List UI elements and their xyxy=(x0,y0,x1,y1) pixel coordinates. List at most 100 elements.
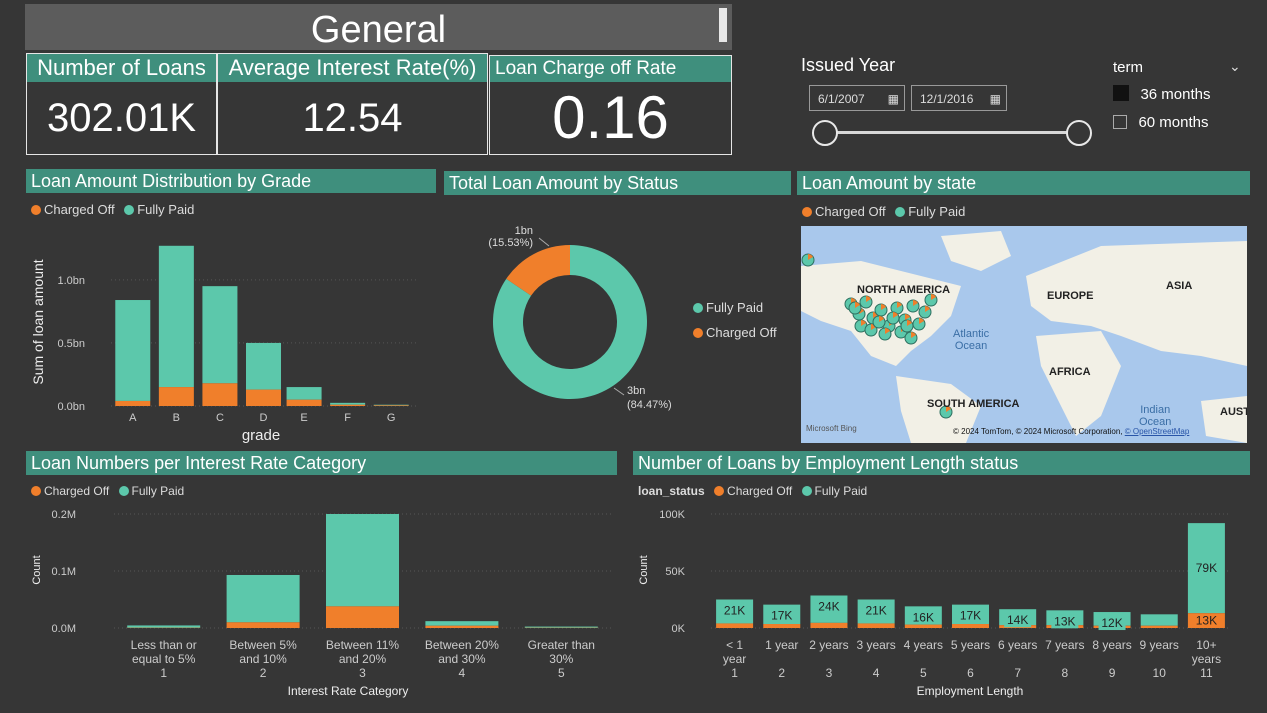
x-tick-index: 9 xyxy=(1109,666,1116,680)
term-option-60[interactable]: 60 months xyxy=(1113,114,1209,132)
y-axis-title: Count xyxy=(638,555,650,584)
x-tick-label: Less than or xyxy=(131,638,197,652)
y-axis-title: Sum of loan amount xyxy=(30,259,46,384)
data-label: 13K xyxy=(1196,614,1217,628)
x-tick-index: 3 xyxy=(826,666,833,680)
bar-charged-off xyxy=(716,623,754,628)
emp-chart-legend: loan_status Charged Off Fully Paid xyxy=(638,484,867,498)
x-tick-label: F xyxy=(344,412,351,424)
bar-fully-paid xyxy=(330,402,366,405)
data-label: 16K xyxy=(913,610,934,624)
checkbox-checked[interactable] xyxy=(1113,85,1129,101)
legend-dot-charged-off xyxy=(802,207,812,217)
kpi-value: 12.54 xyxy=(302,96,403,140)
year-slider-handle-start[interactable] xyxy=(812,120,838,146)
map-header: Loan Amount by state xyxy=(797,171,1250,195)
bar-charged-off xyxy=(810,622,848,628)
page-title: General xyxy=(310,9,447,51)
x-axis-title: Employment Length xyxy=(917,684,1024,698)
data-label: 17K xyxy=(771,609,792,623)
x-tick-label: 9 years xyxy=(1140,638,1179,652)
y-tick-label: 100K xyxy=(659,509,685,521)
map-label-aus: AUSTRA xyxy=(1220,406,1247,418)
legend-charged-off: Charged Off xyxy=(44,484,110,498)
end-date-input[interactable]: 12/1/2016 ▦ xyxy=(911,85,1007,111)
world-map[interactable]: NORTH AMERICA EUROPE ASIA Atlantic Ocean… xyxy=(801,226,1247,443)
legend-charged-off: Charged Off xyxy=(815,204,886,219)
checkbox-unchecked[interactable] xyxy=(1113,115,1127,129)
bar-fully-paid xyxy=(158,245,194,388)
y-tick-label: 0.1M xyxy=(52,566,76,578)
kpi-card-charge-off-rate: Loan Charge off Rate 0.16 xyxy=(489,55,732,155)
legend-dot-charged-off xyxy=(714,486,725,496)
grade-chart-legend: Charged Off Fully Paid xyxy=(31,202,194,217)
data-label: 17K xyxy=(960,609,981,623)
rate-bar-chart: 0.0M 0.1M 0.2M Less than orequal to 5%1 Betw… xyxy=(31,509,611,698)
legend-dot-charged-off xyxy=(31,486,41,496)
bar-fully-paid xyxy=(115,300,151,401)
x-tick-label: B xyxy=(173,412,180,424)
kpi-card-number-of-loans: Number of Loans 302.01K xyxy=(26,53,217,155)
map-attribution: © 2024 TomTom, © 2024 Microsoft Corporat… xyxy=(953,427,1189,436)
title-scrollbar[interactable] xyxy=(719,8,727,42)
map-label-eu: EUROPE xyxy=(1047,290,1094,302)
x-tick-label: 4 years xyxy=(904,638,943,652)
y-tick-label: 0.5bn xyxy=(57,338,85,350)
legend-dot-fully-paid xyxy=(801,486,812,496)
x-tick-label: G xyxy=(387,412,396,424)
legend-charged-off: Charged Off xyxy=(44,202,115,217)
x-tick-label: equal to 5% xyxy=(132,652,196,666)
bar-charged-off xyxy=(330,404,366,406)
x-tick-index: 2 xyxy=(260,666,267,680)
map-label-asia: ASIA xyxy=(1166,280,1193,292)
bar-charged-off xyxy=(373,405,409,406)
x-tick-label: 6 years xyxy=(998,638,1037,652)
bar-charged-off xyxy=(326,606,399,628)
y-tick-label: 50K xyxy=(665,566,685,578)
legend-fully-paid: Fully Paid xyxy=(137,202,195,217)
bing-logo: Microsoft Bing xyxy=(806,424,857,433)
data-label: 21K xyxy=(865,604,886,618)
bar-charged-off xyxy=(425,625,499,628)
data-label-pct: (84.47%) xyxy=(627,399,672,411)
x-tick-label: Between 20% xyxy=(425,638,499,652)
x-tick-label: D xyxy=(260,412,268,424)
x-tick-index: 5 xyxy=(920,666,927,680)
y-tick-label: 0.2M xyxy=(52,509,76,521)
x-tick-index: 11 xyxy=(1200,666,1213,680)
x-tick-label: Between 5% xyxy=(229,638,297,652)
grade-bar-chart: 0.0bn 0.5bn 1.0bn A B C D E F Ggrade Sum of loan a… xyxy=(30,245,416,444)
chevron-down-icon[interactable]: ⌄ xyxy=(1229,58,1241,75)
y-tick-label: 0.0bn xyxy=(57,401,85,413)
osm-link[interactable]: © OpenStreetMap xyxy=(1125,427,1190,436)
x-tick-label: E xyxy=(300,412,307,424)
x-tick-label: and 30% xyxy=(438,652,486,666)
x-tick-label: Between 11% xyxy=(326,638,399,652)
x-axis-title: grade xyxy=(242,427,280,444)
calendar-icon[interactable]: ▦ xyxy=(888,86,899,112)
term-option-36[interactable]: 36 months xyxy=(1113,85,1211,103)
map-bubbles xyxy=(801,253,953,419)
x-axis-title: Interest Rate Category xyxy=(288,684,409,698)
year-slider-track[interactable] xyxy=(824,131,1078,134)
start-date-input[interactable]: 6/1/2007 ▦ xyxy=(809,85,905,111)
bar-fully-paid xyxy=(373,404,409,406)
calendar-icon[interactable]: ▦ xyxy=(990,86,1001,112)
year-slider-handle-end[interactable] xyxy=(1066,120,1092,146)
x-tick-index: 8 xyxy=(1062,666,1069,680)
bar-fully-paid xyxy=(226,574,300,623)
x-tick-label: < 1 xyxy=(726,638,743,652)
map-label-atlantic: Atlantic Ocean xyxy=(953,328,990,352)
x-tick-index: 4 xyxy=(873,666,880,680)
start-date-value: 6/1/2007 xyxy=(818,92,865,106)
kpi-card-avg-interest-rate: Average Interest Rate(%) 12.54 xyxy=(217,53,488,155)
emp-chart-header: Number of Loans by Employment Length sta… xyxy=(633,451,1250,475)
x-tick-index: 2 xyxy=(778,666,785,680)
y-tick-label: 1.0bn xyxy=(57,275,85,287)
bar-charged-off xyxy=(115,400,151,406)
legend-dot-fully-paid xyxy=(895,207,906,217)
data-label: 12K xyxy=(1101,616,1122,630)
x-tick-label: year xyxy=(723,652,746,666)
bar-charged-off xyxy=(1140,625,1178,628)
bar-charged-off xyxy=(158,387,194,406)
